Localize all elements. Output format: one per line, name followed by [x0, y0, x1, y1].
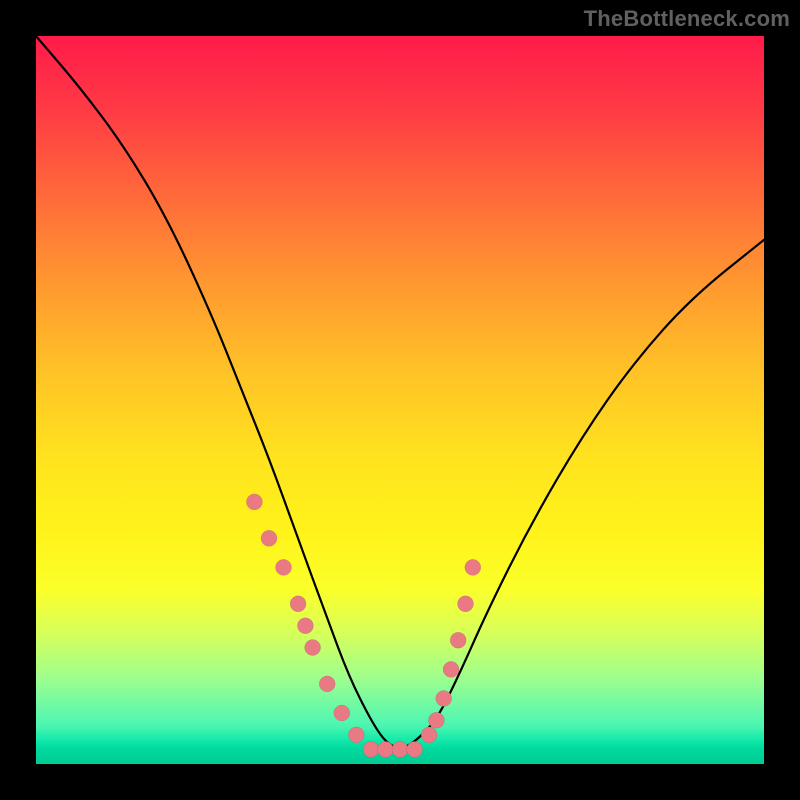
data-point [261, 530, 277, 546]
data-point [392, 741, 408, 757]
chart-frame: TheBottleneck.com [0, 0, 800, 800]
data-point [363, 741, 379, 757]
data-point [465, 559, 481, 575]
data-point [334, 705, 350, 721]
data-point [436, 691, 452, 707]
data-points-group [246, 494, 480, 758]
bottleneck-curve [36, 36, 764, 748]
data-point [450, 632, 466, 648]
watermark-text: TheBottleneck.com [584, 6, 790, 32]
data-point [421, 727, 437, 743]
data-point [297, 618, 313, 634]
data-point [319, 676, 335, 692]
data-point [348, 727, 364, 743]
data-point [305, 640, 321, 656]
data-point [458, 596, 474, 612]
data-point [377, 741, 393, 757]
data-point [428, 712, 444, 728]
chart-svg [36, 36, 764, 764]
data-point [407, 741, 423, 757]
data-point [246, 494, 262, 510]
data-point [276, 559, 292, 575]
data-point [443, 661, 459, 677]
plot-area [36, 36, 764, 764]
data-point [290, 596, 306, 612]
